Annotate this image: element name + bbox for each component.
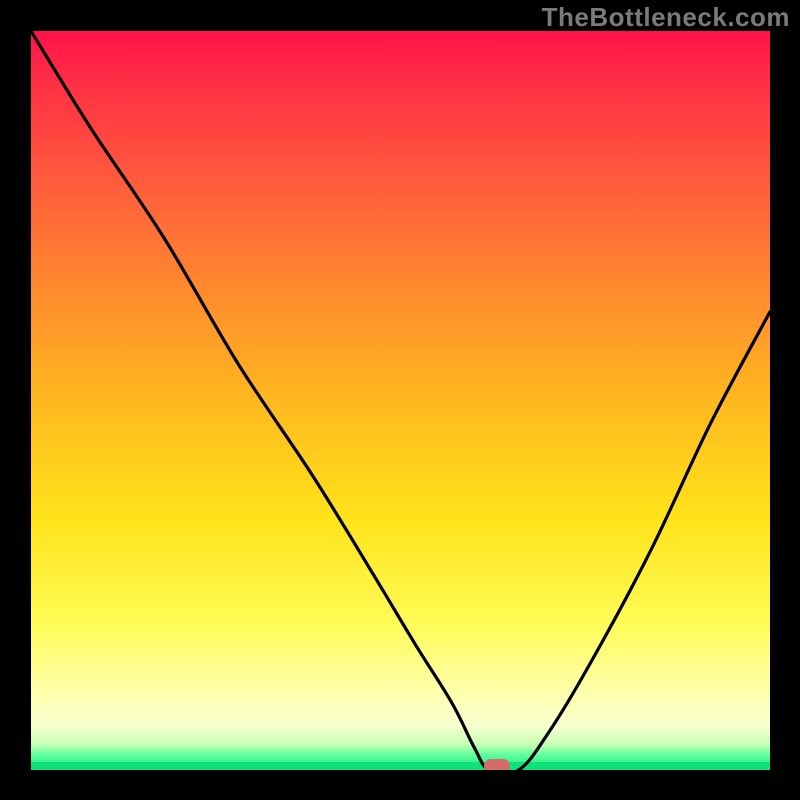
watermark-text: TheBottleneck.com: [542, 2, 790, 33]
plot-area: [31, 31, 770, 770]
minimum-marker: [484, 759, 510, 770]
chart-frame: TheBottleneck.com: [0, 0, 800, 800]
bottleneck-curve: [31, 31, 770, 770]
bottleneck-curve-path: [31, 31, 770, 770]
